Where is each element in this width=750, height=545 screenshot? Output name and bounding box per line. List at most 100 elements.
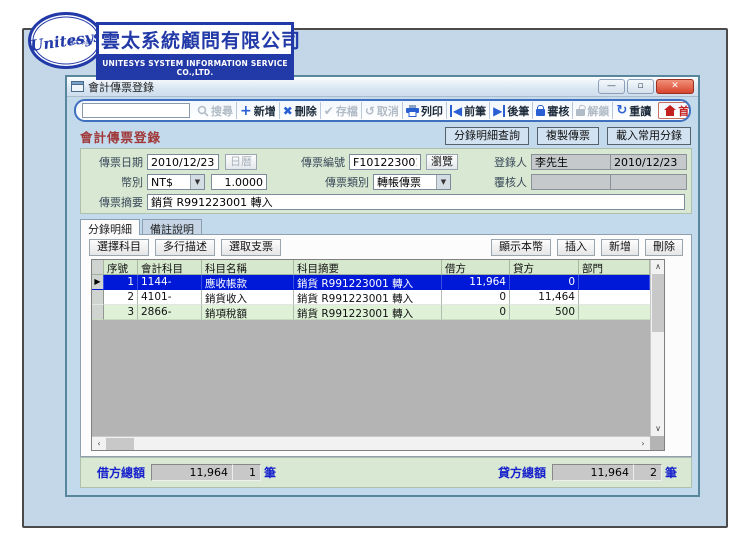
next-label: 後筆	[507, 103, 529, 119]
cell-name[interactable]: 銷項稅額	[202, 305, 294, 320]
voucher-no-input[interactable]	[349, 154, 421, 170]
home-button[interactable]: 首頁	[658, 102, 691, 119]
screen: Unitesys 雲太系統 雲太系統顧問有限公司 UNITESYS SYSTEM…	[0, 0, 750, 545]
cell-seq[interactable]: 1	[104, 275, 138, 290]
multiline-desc-button[interactable]: 多行描述	[155, 239, 215, 256]
select-check-button[interactable]: 選取支票	[221, 239, 281, 256]
voucher-summary-input[interactable]	[147, 194, 685, 210]
search-button[interactable]: 搜尋	[194, 102, 236, 119]
cell-dept[interactable]	[579, 275, 650, 290]
cell-name[interactable]: 銷貨收入	[202, 290, 294, 305]
search-icon	[197, 105, 209, 117]
cell-summary[interactable]: 銷貨 R991223001 轉入	[294, 305, 442, 320]
audit-label: 審核	[547, 103, 569, 119]
next-record-button[interactable]: ▶ 後筆	[489, 102, 532, 119]
cell-dept[interactable]	[579, 290, 650, 305]
select-account-button[interactable]: 選擇科目	[89, 239, 149, 256]
voucher-date-input[interactable]	[147, 154, 219, 170]
cell-account[interactable]: 4101-	[138, 290, 202, 305]
cancel-button[interactable]: ↺ 取消	[361, 102, 402, 119]
prev-record-button[interactable]: ◀ 前筆	[446, 102, 489, 119]
cell-debit[interactable]: 0	[442, 305, 510, 320]
copy-voucher-button[interactable]: 複製傳票	[537, 127, 599, 145]
chevron-down-icon[interactable]: ▼	[190, 175, 204, 189]
next-track-icon: ▶	[493, 105, 505, 117]
horizontal-scroll-thumb[interactable]	[106, 438, 134, 450]
cell-dept[interactable]	[579, 305, 650, 320]
cell-seq[interactable]: 3	[104, 305, 138, 320]
vertical-scroll-thumb[interactable]	[652, 274, 664, 332]
currency-label: 幣別	[85, 174, 143, 190]
unlock-icon	[576, 109, 585, 116]
audit-button[interactable]: 審核	[532, 102, 572, 119]
currency-select[interactable]: NT$ ▼	[147, 174, 205, 190]
search-input[interactable]	[82, 103, 190, 118]
cell-credit[interactable]: 500	[510, 305, 579, 320]
maximize-button[interactable]: ▫	[627, 79, 654, 94]
reload-button[interactable]: ↻ 重讀	[612, 102, 654, 119]
grid-header-row: 序號 會計科目 科目名稱 科目摘要 借方 貸方 部門	[92, 260, 650, 275]
delete-row-button[interactable]: 刪除	[645, 239, 683, 256]
delete-label: 刪除	[295, 103, 317, 119]
cell-name[interactable]: 應收帳款	[202, 275, 294, 290]
close-button[interactable]: ✕	[656, 79, 694, 94]
page-title: 會計傳票登錄	[80, 127, 161, 146]
scroll-down-icon[interactable]: ∨	[651, 422, 665, 436]
table-row[interactable]: ▶ 1 1144- 應收帳款 銷貨 R991223001 轉入 11,964 0	[92, 275, 650, 290]
vertical-scrollbar[interactable]: ∧ ∨	[650, 260, 664, 436]
delete-button[interactable]: ✖ 刪除	[279, 102, 320, 119]
cell-credit[interactable]: 11,464	[510, 290, 579, 305]
entry-detail-query-button[interactable]: 分錄明細查詢	[445, 127, 529, 145]
registrant-label: 登錄人	[494, 154, 527, 170]
cell-account[interactable]: 1144-	[138, 275, 202, 290]
col-header-seq[interactable]: 序號	[104, 260, 138, 275]
add-button[interactable]: + 新增	[236, 102, 279, 119]
save-label: 存檔	[336, 103, 358, 119]
minimize-button[interactable]: —	[598, 79, 625, 94]
scroll-right-icon[interactable]: ›	[636, 437, 650, 451]
horizontal-scrollbar[interactable]: ‹ ›	[92, 436, 650, 450]
table-row[interactable]: 3 2866- 銷項稅額 銷貨 R991223001 轉入 0 500	[92, 305, 650, 320]
cell-credit[interactable]: 0	[510, 275, 579, 290]
cell-debit[interactable]: 0	[442, 290, 510, 305]
row-selector-cell[interactable]	[92, 305, 104, 320]
logo-mini-text: 雲太系統	[68, 37, 92, 46]
cell-debit[interactable]: 11,964	[442, 275, 510, 290]
cell-account[interactable]: 2866-	[138, 305, 202, 320]
col-header-credit[interactable]: 貸方	[510, 260, 579, 275]
col-header-dept[interactable]: 部門	[579, 260, 650, 275]
row-selector-cell[interactable]	[92, 290, 104, 305]
save-button[interactable]: ✔ 存檔	[320, 102, 361, 119]
tab-entry-detail[interactable]: 分錄明細	[80, 219, 140, 235]
detail-tabs: 分錄明細 備註說明	[80, 219, 202, 235]
scroll-up-icon[interactable]: ∧	[651, 260, 665, 274]
scroll-left-icon[interactable]: ‹	[92, 437, 106, 451]
cell-seq[interactable]: 2	[104, 290, 138, 305]
voucher-type-select[interactable]: 轉帳傳票 ▼	[373, 174, 451, 190]
unlock-button[interactable]: 解鎖	[572, 102, 612, 119]
home-icon	[664, 105, 676, 116]
col-header-account[interactable]: 會計科目	[138, 260, 202, 275]
search-label: 搜尋	[211, 103, 233, 119]
col-header-name[interactable]: 科目名稱	[202, 260, 294, 275]
window-titlebar[interactable]: 會計傳票登錄 — ▫ ✕	[67, 77, 698, 97]
table-row[interactable]: 2 4101- 銷貨收入 銷貨 R991223001 轉入 0 11,464	[92, 290, 650, 305]
col-header-debit[interactable]: 借方	[442, 260, 510, 275]
cell-summary[interactable]: 銷貨 R991223001 轉入	[294, 275, 442, 290]
calendar-button[interactable]: 日曆	[225, 154, 257, 170]
row-selector-cell[interactable]: ▶	[92, 275, 104, 290]
print-button[interactable]: 列印	[402, 102, 446, 119]
show-local-currency-button[interactable]: 顯示本幣	[491, 239, 551, 256]
cell-summary[interactable]: 銷貨 R991223001 轉入	[294, 290, 442, 305]
load-common-entries-button[interactable]: 載入常用分錄	[607, 127, 691, 145]
printer-icon	[406, 105, 419, 117]
exchange-rate-input[interactable]	[211, 174, 267, 190]
tab-notes[interactable]: 備註說明	[142, 219, 202, 235]
chevron-down-icon[interactable]: ▼	[436, 175, 450, 189]
insert-row-button[interactable]: 插入	[557, 239, 595, 256]
col-header-summary[interactable]: 科目摘要	[294, 260, 442, 275]
entry-detail-panel: 選擇科目 多行描述 選取支票 顯示本幣 插入 新增 刪除 序號 會計科目 科目名…	[80, 234, 692, 457]
browse-button[interactable]: 瀏覽	[426, 154, 458, 170]
window-icon	[71, 81, 84, 92]
add-row-button[interactable]: 新增	[601, 239, 639, 256]
